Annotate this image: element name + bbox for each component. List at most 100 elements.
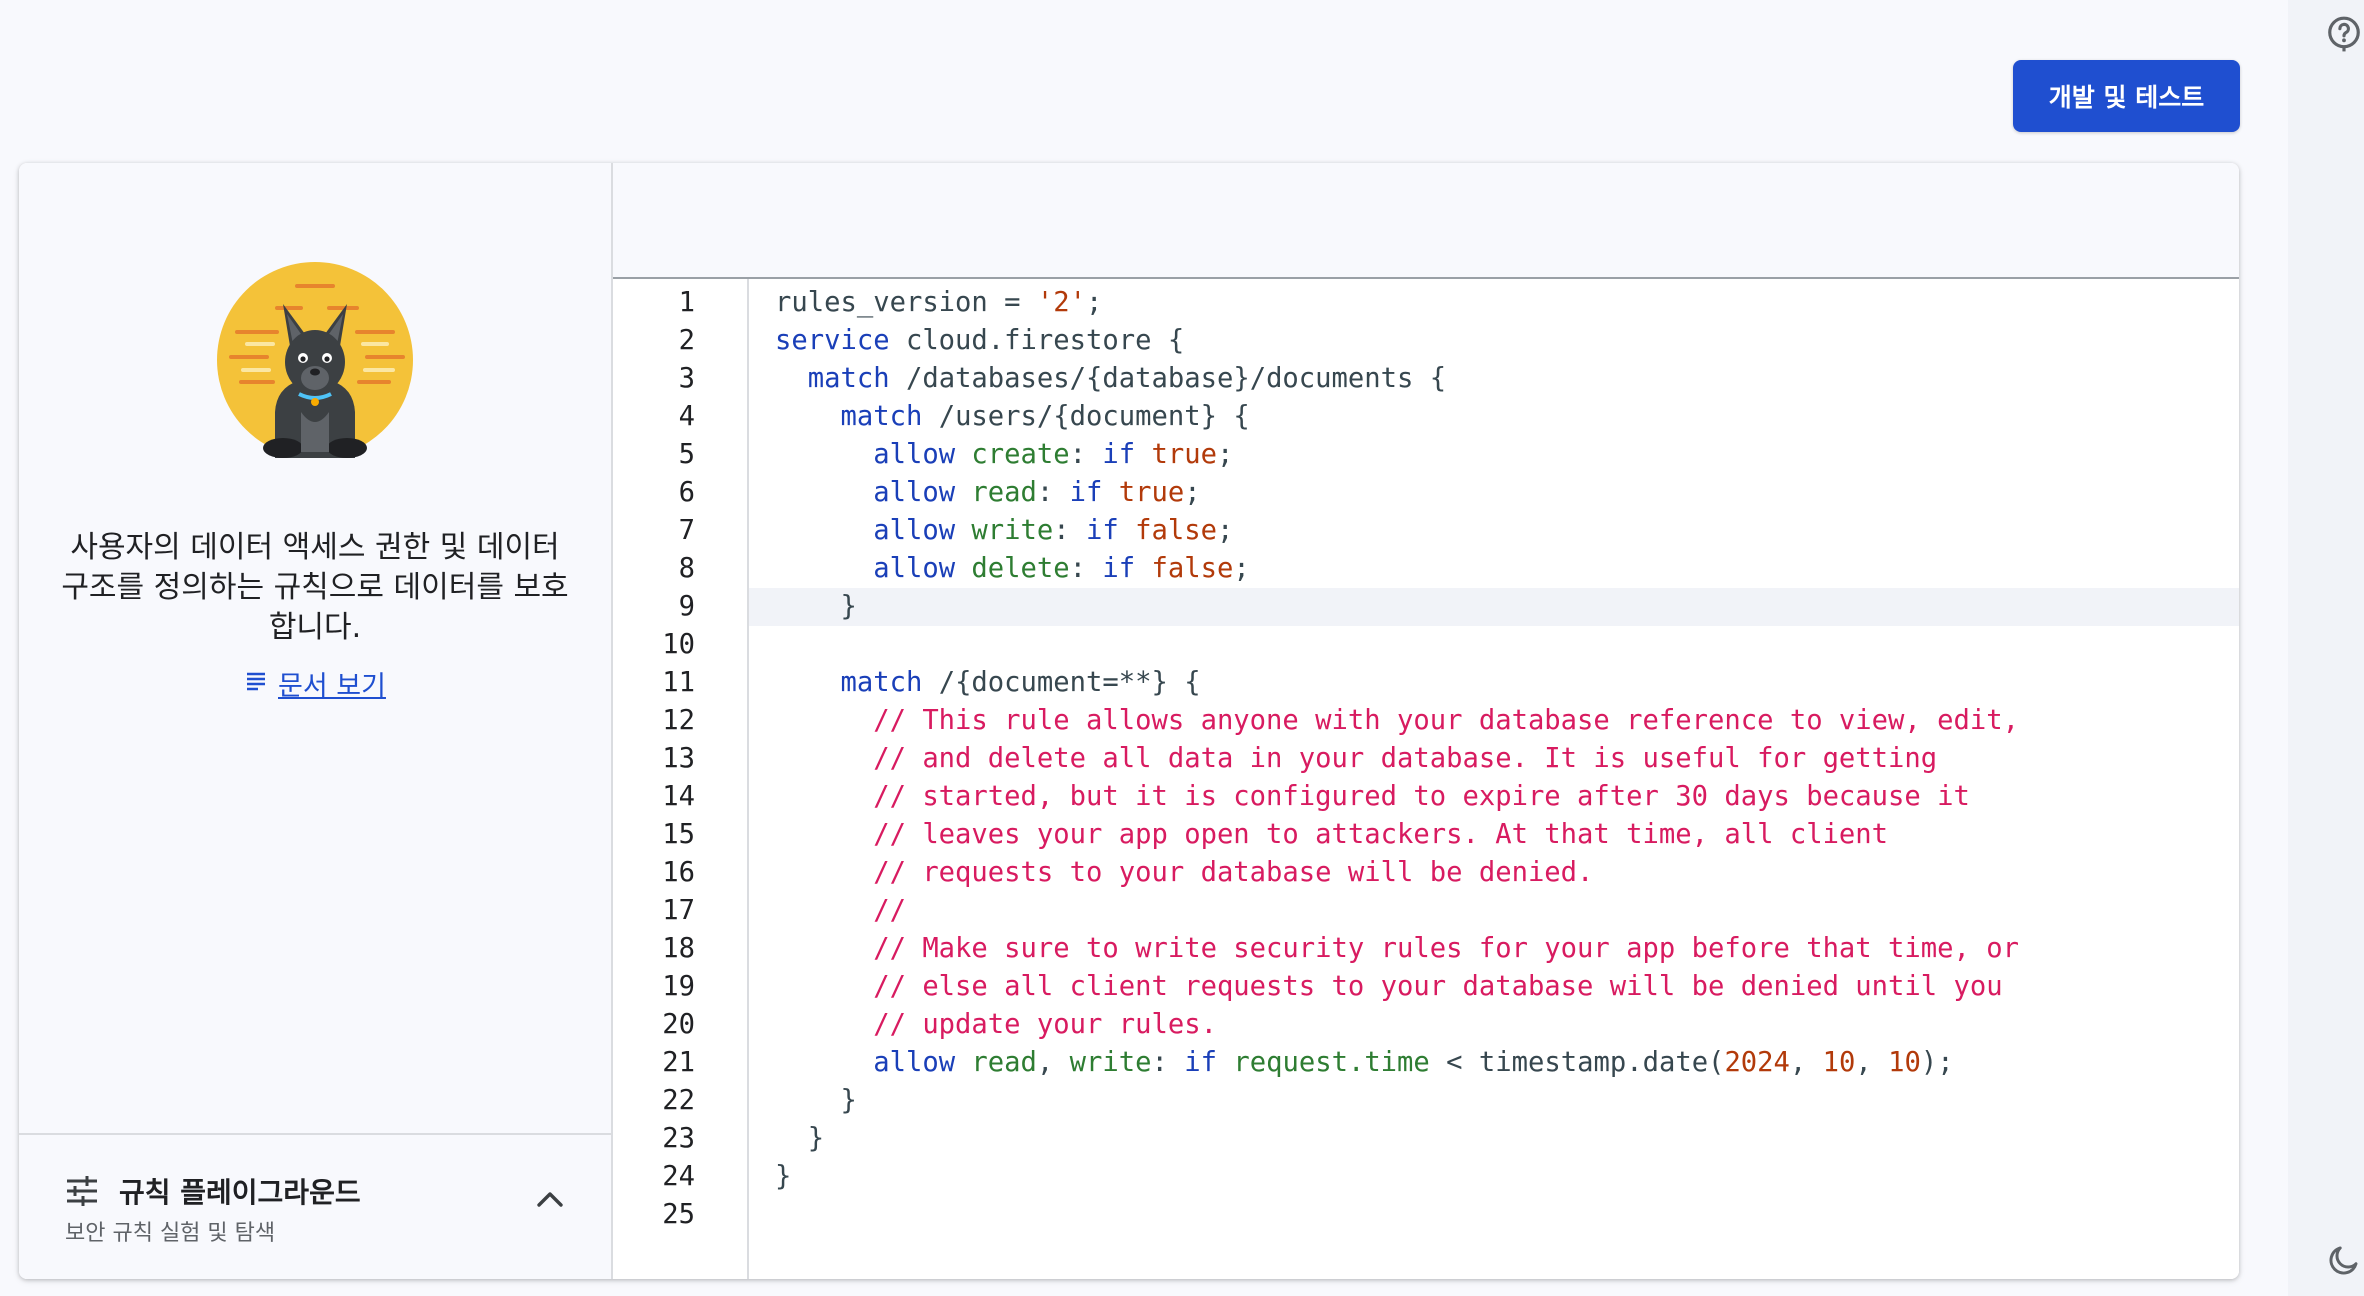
- active-line-highlight: [749, 588, 2239, 626]
- code-token: false: [1135, 553, 1234, 584]
- code-token: allow: [873, 515, 956, 546]
- code-token: ;: [1216, 439, 1234, 470]
- code-line[interactable]: allow delete: if false;: [749, 550, 1250, 588]
- code-token: allow: [873, 553, 956, 584]
- code-line[interactable]: }: [749, 1082, 857, 1120]
- rules-code-editor[interactable]: rules_version = '2'; service cloud.firest…: [749, 279, 2239, 1279]
- code-line[interactable]: // requests to your database will be den…: [749, 854, 1593, 892]
- code-token: allow: [873, 439, 956, 470]
- code-token: rules_version =: [775, 287, 1037, 318]
- code-token: 10: [1888, 1047, 1921, 1078]
- code-line[interactable]: [749, 1196, 775, 1234]
- line-number: 7: [678, 515, 695, 546]
- code-token: delete: [955, 553, 1070, 584]
- code-token: ;: [1233, 553, 1250, 584]
- code-token: allow: [873, 477, 956, 508]
- code-line[interactable]: // started, but it is configured to expi…: [749, 778, 1970, 816]
- code-token: request.time: [1217, 1047, 1430, 1078]
- line-number: 15: [662, 819, 695, 850]
- rules-description-line: 사용자의 데이터 액세스 권한 및 데이터: [70, 530, 560, 565]
- code-line[interactable]: allow read: if true;: [749, 474, 1201, 512]
- code-token: }: [775, 591, 857, 622]
- code-token: :: [1069, 553, 1103, 584]
- code-line[interactable]: allow write: if false;: [749, 512, 1233, 550]
- code-token: // update your rules.: [775, 1009, 1217, 1040]
- code-token: }: [775, 1161, 792, 1192]
- code-token: ,: [1036, 1047, 1070, 1078]
- code-token: true: [1135, 439, 1217, 470]
- line-number: 8: [678, 553, 695, 584]
- line-number: 9: [678, 591, 695, 622]
- line-number: 12: [662, 705, 695, 736]
- code-line[interactable]: rules_version = '2';: [749, 284, 1102, 322]
- rules-card: 사용자의 데이터 액세스 권한 및 데이터 구조를 정의하는 규칙으로 데이터를…: [19, 163, 2239, 1279]
- dark-mode-moon-icon[interactable]: [2324, 1240, 2364, 1280]
- line-number: 18: [662, 933, 695, 964]
- tune-sliders-icon: [65, 1175, 99, 1211]
- code-token: '2': [1036, 287, 1087, 318]
- code-token: //: [775, 895, 906, 926]
- code-line[interactable]: match /databases/{database}/documents {: [749, 360, 1446, 398]
- code-line[interactable]: // leaves your app open to attackers. At…: [749, 816, 1888, 854]
- code-token: ,: [1789, 1047, 1823, 1078]
- line-number: 19: [662, 971, 695, 1002]
- code-line[interactable]: }: [749, 1120, 824, 1158]
- code-token: /{document=**} {: [922, 667, 1201, 698]
- develop-and-test-button[interactable]: 개발 및 테스트: [2013, 60, 2240, 132]
- code-line[interactable]: match /{document=**} {: [749, 664, 1201, 702]
- code-line[interactable]: }: [749, 1158, 791, 1196]
- code-token: }: [775, 1085, 857, 1116]
- line-number: 13: [662, 743, 695, 774]
- code-token: write: [955, 515, 1054, 546]
- rules-playground-toggle[interactable]: 규칙 플레이그라운드 보안 규칙 실험 및 탐색: [19, 1133, 611, 1279]
- code-line[interactable]: // update your rules.: [749, 1006, 1217, 1044]
- code-line[interactable]: [749, 626, 775, 664]
- code-token: :: [1151, 1047, 1185, 1078]
- help-circle-icon[interactable]: [2324, 14, 2364, 54]
- view-docs-link[interactable]: 문서 보기: [244, 664, 386, 703]
- line-number: 11: [662, 667, 695, 698]
- code-token: create: [955, 439, 1070, 470]
- code-line[interactable]: // else all client requests to your data…: [749, 968, 2002, 1006]
- code-token: // started, but it is configured to expi…: [775, 781, 1970, 812]
- playground-subtitle: 보안 규칙 실험 및 탐색: [65, 1221, 276, 1246]
- code-line[interactable]: }: [749, 588, 857, 626]
- rules-description-line: 구조를 정의하는 규칙으로 데이터를 보호: [61, 570, 569, 605]
- code-token: :: [1036, 477, 1070, 508]
- right-rail: [2288, 0, 2364, 1296]
- code-line[interactable]: allow create: if true;: [749, 436, 1233, 474]
- line-number: 16: [662, 857, 695, 888]
- code-token: // and delete all data in your database.…: [775, 743, 1938, 774]
- code-token: read: [955, 1047, 1037, 1078]
- code-token: ;: [1086, 287, 1103, 318]
- code-line[interactable]: service cloud.firestore {: [749, 322, 1184, 360]
- code-token: service: [775, 325, 890, 356]
- code-line[interactable]: match /users/{document} {: [749, 398, 1249, 436]
- line-number: 17: [662, 895, 695, 926]
- line-number: 1: [678, 287, 695, 318]
- chevron-up-icon[interactable]: [535, 1189, 565, 1213]
- code-line[interactable]: // and delete all data in your database.…: [749, 740, 1937, 778]
- code-line[interactable]: // Make sure to write security rules for…: [749, 930, 2019, 968]
- code-token: read: [955, 477, 1037, 508]
- line-number: 21: [662, 1047, 695, 1078]
- code-line[interactable]: //: [749, 892, 906, 930]
- code-token: 10: [1822, 1047, 1856, 1078]
- rules-description: 사용자의 데이터 액세스 권한 및 데이터 구조를 정의하는 규칙으로 데이터를…: [59, 528, 571, 648]
- playground-title: 규칙 플레이그라운드: [119, 1176, 361, 1209]
- code-token: ,: [1855, 1047, 1889, 1078]
- view-docs-label: 문서 보기: [278, 671, 386, 702]
- line-number-gutter: 1 2 3 4 5 6 7 8 9 10 11 12 13 14 15 16 17 18 19 20 21 22 23 24 2…: [613, 279, 749, 1279]
- code-token: true: [1102, 477, 1185, 508]
- code-line[interactable]: // This rule allows anyone with your dat…: [749, 702, 2019, 740]
- code-token: if: [1086, 515, 1119, 546]
- line-number: 3: [678, 363, 695, 394]
- code-token: ;: [1184, 477, 1201, 508]
- code-line[interactable]: allow read, write: if request.time < tim…: [749, 1044, 1953, 1082]
